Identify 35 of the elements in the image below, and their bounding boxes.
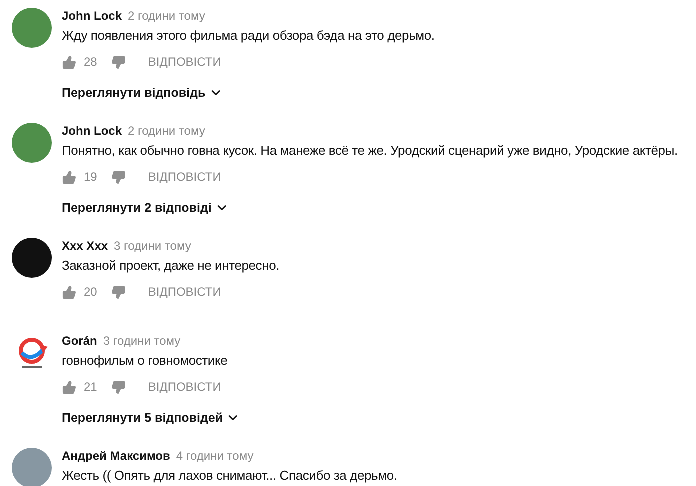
dislike-icon[interactable]: [111, 54, 126, 70]
comment-text: Понятно, как обычно говна кусок. На манеже всё те же. Уродский сценарий уже видно, Уродские актёры.: [62, 142, 678, 160]
comment-text: Жесть (( Опять для лахов снимают... Спасибо за дерьмо.: [62, 467, 398, 485]
like-icon[interactable]: [62, 284, 77, 300]
reply-button[interactable]: ВІДПОВІСТИ: [148, 53, 222, 71]
comment-time[interactable]: 3 години тому: [103, 332, 181, 350]
like-icon[interactable]: [62, 380, 77, 394]
dislike-icon[interactable]: [111, 284, 126, 300]
comment-time[interactable]: 2 години тому: [128, 7, 206, 25]
like-count: 20: [84, 284, 98, 301]
author-name[interactable]: John Lock: [62, 7, 122, 25]
comment-text: Заказной проект, даже не интересно.: [62, 257, 280, 275]
view-replies-button[interactable]: Переглянути 5 відповідей: [62, 408, 240, 428]
dislike-icon[interactable]: [111, 170, 126, 184]
like-count: 28: [84, 54, 98, 71]
like-count: 19: [84, 169, 98, 186]
comment-time[interactable]: 4 години тому: [176, 447, 254, 465]
comment-time[interactable]: 2 години тому: [128, 122, 206, 140]
author-name[interactable]: Xxx Xxx: [62, 237, 108, 255]
view-replies-button[interactable]: Переглянути 2 відповіді: [62, 198, 229, 218]
comment-time[interactable]: 3 години тому: [114, 237, 192, 255]
comment-text: Жду появления этого фильма ради обзора бэда на это дерьмо.: [62, 27, 435, 45]
author-name[interactable]: Андрей Максимов: [62, 447, 170, 465]
reply-button[interactable]: ВІДПОВІСТИ: [148, 168, 222, 186]
author-name[interactable]: John Lock: [62, 122, 122, 140]
dislike-icon[interactable]: [111, 380, 126, 394]
author-name[interactable]: Gorán: [62, 332, 98, 350]
reply-button[interactable]: ВІДПОВІСТИ: [148, 378, 222, 396]
like-icon[interactable]: [62, 54, 77, 70]
view-replies-button[interactable]: Переглянути відповідь: [62, 83, 223, 103]
reply-button[interactable]: ВІДПОВІСТИ: [148, 283, 222, 301]
comment-text: говнофильм о говномостике: [62, 352, 229, 370]
like-count: 21: [84, 379, 98, 396]
like-icon[interactable]: [62, 170, 77, 184]
avatar-photo-placeholder[interactable]: [12, 238, 52, 278]
